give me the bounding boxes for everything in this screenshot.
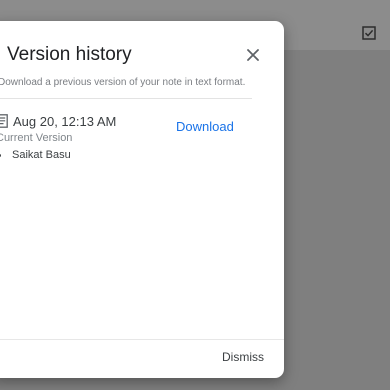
close-icon[interactable] <box>244 46 262 64</box>
current-version-label: Current Version <box>0 132 73 144</box>
version-date: Aug 20, 12:13 AM <box>13 114 117 129</box>
version-history-dialog <box>0 21 284 378</box>
dialog-title: Version history <box>7 44 132 65</box>
footer-divider <box>0 339 284 340</box>
document-icon <box>0 114 8 128</box>
author-name: Saikat Basu <box>12 149 71 161</box>
divider <box>0 98 252 99</box>
dismiss-button[interactable]: Dismiss <box>222 350 264 364</box>
dialog-subtitle: Download a previous version of your note… <box>0 77 246 88</box>
download-button[interactable]: Download <box>176 119 234 134</box>
checkbox-icon <box>362 26 376 40</box>
